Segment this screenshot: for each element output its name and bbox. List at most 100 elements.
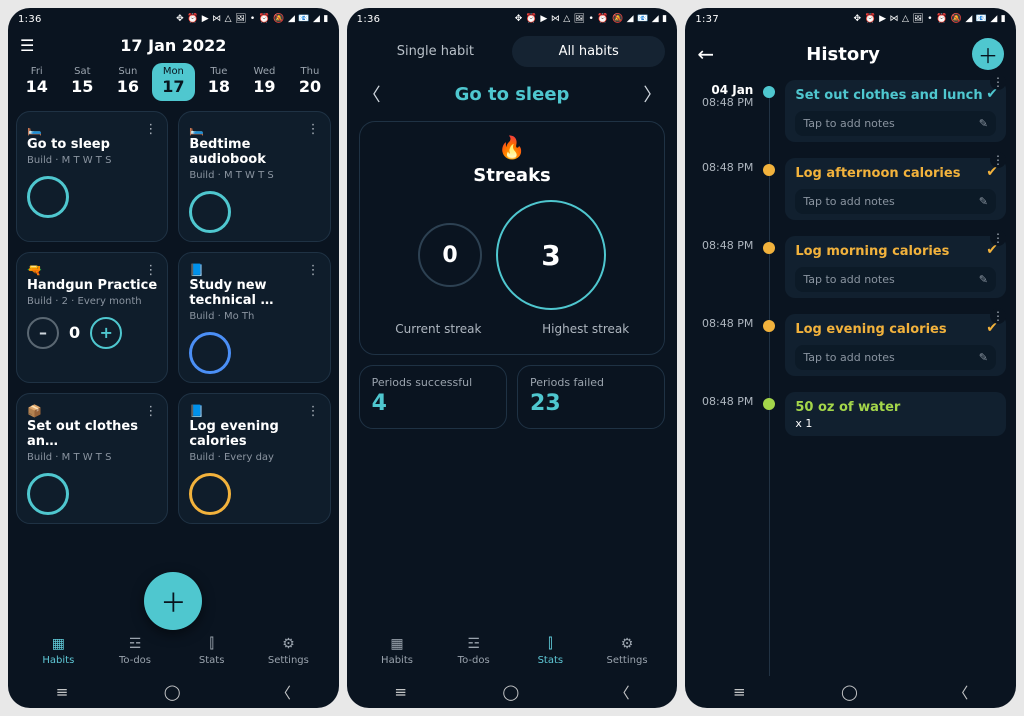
tab-stats[interactable]: ⫿Stats — [512, 636, 589, 666]
history-card[interactable]: ⋮ ✔ Log afternoon calories Tap to add no… — [785, 158, 1006, 220]
habit-card[interactable]: ⋮ 📘 Log evening calories Build · Every d… — [178, 393, 330, 524]
menu-icon[interactable]: ☰ — [20, 36, 40, 55]
habit-card[interactable]: ⋮ 🔫 Handgun Practice Build · 2 · Every m… — [16, 252, 168, 383]
timeline-dot — [763, 86, 775, 98]
history-card[interactable]: ⋮ ✔ Log evening calories Tap to add note… — [785, 314, 1006, 376]
history-name: Log afternoon calories — [795, 166, 996, 181]
timeline-dot — [763, 164, 775, 176]
counter-value: 0 — [69, 323, 80, 342]
timeline-dot — [763, 242, 775, 254]
notes-field[interactable]: Tap to add notes✎ — [795, 189, 996, 214]
habit-card[interactable]: ⋮ 📘 Study new technical … Build · Mo Th — [178, 252, 330, 383]
tab-all-habits[interactable]: All habits — [512, 36, 665, 67]
flame-icon: 🔥 — [372, 136, 653, 161]
tab-settings[interactable]: ⚙Settings — [589, 636, 666, 666]
card-menu-icon[interactable]: ⋮ — [144, 263, 157, 278]
periods-successful: Periods successful 4 — [359, 365, 507, 429]
history-name: 50 oz of water — [795, 400, 996, 415]
habit-emoji: 📦 — [27, 404, 157, 418]
notes-field[interactable]: Tap to add notes✎ — [795, 345, 996, 370]
timeline-dot — [763, 398, 775, 410]
streaks-title: Streaks — [372, 165, 653, 186]
back-icon: 〈 — [276, 682, 291, 703]
completion-ring[interactable] — [27, 176, 69, 218]
stats-mode-tabs: Single habit All habits — [347, 30, 678, 75]
decrement-button[interactable]: – — [27, 317, 59, 349]
prev-habit-icon[interactable]: 〈 — [363, 81, 381, 107]
card-menu-icon[interactable]: ⋮ — [307, 263, 320, 278]
edit-icon: ✎ — [979, 273, 988, 286]
habit-name: Log evening calories — [189, 420, 319, 450]
day-cell[interactable]: Mon17 — [152, 63, 196, 101]
habit-meta: Build · M T W T S — [27, 155, 157, 166]
check-icon: ✔ — [986, 242, 998, 258]
habit-meta: Build · Mo Th — [189, 311, 319, 322]
day-cell[interactable]: Sun16 — [106, 63, 150, 101]
habit-name: Bedtime audiobook — [189, 138, 319, 168]
day-strip: Fri14Sat15Sun16Mon17Tue18Wed19Thu20 — [8, 59, 339, 111]
tab-todos[interactable]: ☲To-dos — [97, 636, 174, 666]
card-menu-icon[interactable]: ⋮ — [307, 122, 320, 137]
notes-field[interactable]: Tap to add notes✎ — [795, 111, 996, 136]
history-card[interactable]: ⋮ ✔ Set out clothes and lunch Tap to add… — [785, 80, 1006, 142]
day-cell[interactable]: Wed19 — [243, 63, 287, 101]
tab-todos[interactable]: ☲To-dos — [435, 636, 512, 666]
status-icons: ✥ ⏰ ▶ ⋈ △ 🖼 • ⏰ 🔕 ◢ 📧 ◢ ▮ — [176, 14, 329, 24]
add-button[interactable]: ＋ — [972, 38, 1004, 70]
tab-habits[interactable]: ▦Habits — [359, 636, 436, 666]
completion-ring[interactable] — [189, 191, 231, 233]
page-title: History — [714, 44, 972, 65]
add-habit-fab[interactable]: ＋ — [144, 572, 202, 630]
card-menu-icon[interactable]: ⋮ — [144, 404, 157, 419]
next-habit-icon[interactable]: 〉 — [643, 81, 661, 107]
history-time: 08:48 PM — [689, 314, 757, 330]
history-card[interactable]: 50 oz of water x 1 — [785, 392, 1006, 436]
screen-stats: 1:36 ✥ ⏰ ▶ ⋈ △ 🖼 • ⏰ 🔕 ◢ 📧 ◢ ▮ Single ha… — [347, 8, 678, 708]
card-menu-icon[interactable]: ⋮ — [307, 404, 320, 419]
current-streak-label: Current streak — [372, 322, 505, 336]
habit-card[interactable]: ⋮ 🛏️ Go to sleep Build · M T W T S — [16, 111, 168, 242]
day-cell[interactable]: Fri14 — [15, 63, 59, 101]
habit-emoji: 📘 — [189, 263, 319, 277]
check-icon: ✔ — [986, 164, 998, 180]
timeline-dot — [763, 320, 775, 332]
habit-card[interactable]: ⋮ 🛏️ Bedtime audiobook Build · M T W T S — [178, 111, 330, 242]
tab-settings[interactable]: ⚙Settings — [250, 636, 327, 666]
day-cell[interactable]: Thu20 — [288, 63, 332, 101]
notes-field[interactable]: Tap to add notes✎ — [795, 267, 996, 292]
day-cell[interactable]: Tue18 — [197, 63, 241, 101]
highest-streak-label: Highest streak — [519, 322, 652, 336]
history-subtext: x 1 — [795, 417, 996, 430]
history-card[interactable]: ⋮ ✔ Log morning calories Tap to add note… — [785, 236, 1006, 298]
tab-stats[interactable]: ⫿Stats — [173, 636, 250, 666]
habit-emoji: 🛏️ — [189, 122, 319, 136]
habit-meta: Build · Every day — [189, 452, 319, 463]
habit-card[interactable]: ⋮ 📦 Set out clothes an… Build · M T W T … — [16, 393, 168, 524]
period-stats: Periods successful 4 Periods failed 23 — [359, 365, 666, 429]
increment-button[interactable]: + — [90, 317, 122, 349]
history-time: 08:48 PM — [689, 392, 757, 408]
periods-failed: Periods failed 23 — [517, 365, 665, 429]
completion-ring[interactable] — [189, 332, 231, 374]
tab-habits[interactable]: ▦Habits — [20, 636, 97, 666]
streaks-panel: 🔥 Streaks 0 3 Current streak Highest str… — [359, 121, 666, 355]
bottom-tabs: ▦Habits ☲To-dos ⫿Stats ⚙Settings — [8, 626, 339, 676]
completion-ring[interactable] — [27, 473, 69, 515]
history-item: 08:48 PM ⋮ ✔ Log morning calories Tap to… — [689, 236, 1006, 298]
habit-meta: Build · M T W T S — [27, 452, 157, 463]
back-icon[interactable]: ← — [697, 42, 714, 66]
card-menu-icon[interactable]: ⋮ — [144, 122, 157, 137]
tab-single-habit[interactable]: Single habit — [359, 36, 512, 67]
habit-name: Go to sleep — [455, 84, 570, 105]
history-item: 08:48 PM ⋮ ✔ Log afternoon calories Tap … — [689, 158, 1006, 220]
bottom-tabs: ▦Habits ☲To-dos ⫿Stats ⚙Settings — [347, 626, 678, 676]
check-icon: ✔ — [986, 86, 998, 102]
habit-emoji: 🛏️ — [27, 122, 157, 136]
day-cell[interactable]: Sat15 — [61, 63, 105, 101]
completion-ring[interactable] — [189, 473, 231, 515]
check-icon: ✔ — [986, 320, 998, 336]
highest-streak-value: 3 — [496, 200, 606, 310]
habit-emoji: 📘 — [189, 404, 319, 418]
recent-icon: ≡ — [56, 683, 69, 701]
screen-history: 1:37 ✥ ⏰ ▶ ⋈ △ 🖼 • ⏰ 🔕 ◢ 📧 ◢ ▮ ← History… — [685, 8, 1016, 708]
